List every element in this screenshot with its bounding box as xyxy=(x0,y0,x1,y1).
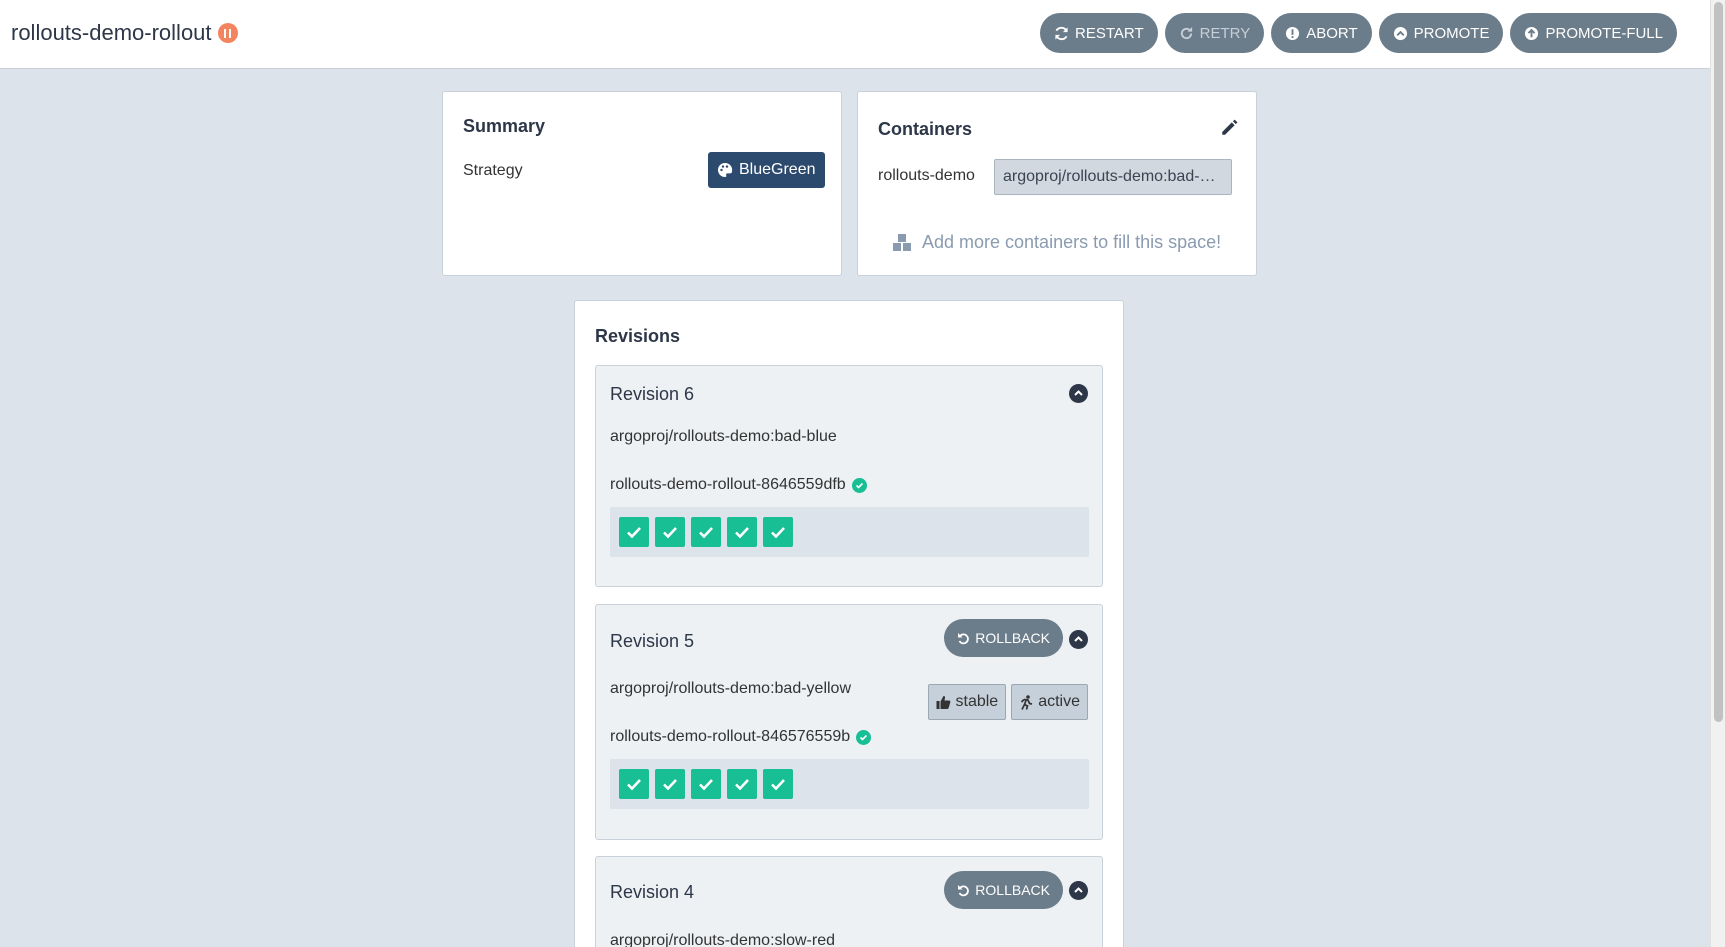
rollback-label: ROLLBACK xyxy=(975,630,1050,646)
replicaset-name: rollouts-demo-rollout-8646559dfb xyxy=(610,476,846,493)
chevron-up-icon[interactable] xyxy=(1069,881,1088,900)
pod-healthy[interactable] xyxy=(619,517,649,547)
page-scrollbar[interactable] xyxy=(1710,0,1725,947)
sync-icon xyxy=(1055,26,1068,40)
container-name: rollouts-demo xyxy=(878,167,975,184)
pencil-icon[interactable] xyxy=(1220,119,1238,137)
chevron-up-icon[interactable] xyxy=(1069,384,1088,403)
add-containers-text: Add more containers to fill this space! xyxy=(922,232,1222,252)
promote-full-button[interactable]: PROMOTE-FULL xyxy=(1510,13,1677,53)
palette-icon xyxy=(718,162,733,177)
check-icon xyxy=(627,779,641,791)
check-icon xyxy=(771,779,785,791)
revision-card: Revision 4 ROLLBACK argoproj/rollouts-de… xyxy=(595,856,1103,947)
check-circle-icon xyxy=(851,477,867,493)
summary-title: Summary xyxy=(463,116,546,136)
undo-icon xyxy=(958,884,970,896)
check-icon xyxy=(663,527,677,539)
arrow-circle-up-icon xyxy=(1525,26,1539,40)
revision-image: argoproj/rollouts-demo:bad-blue xyxy=(610,428,837,445)
pod-healthy[interactable] xyxy=(763,517,793,547)
replicaset-row: rollouts-demo-rollout-846576559b xyxy=(610,728,872,746)
exclamation-circle-icon xyxy=(1286,26,1300,40)
active-tag-label: active xyxy=(1038,693,1080,710)
pod-healthy[interactable] xyxy=(727,769,757,799)
revision-title: Revision 5 xyxy=(610,631,695,651)
pod-healthy[interactable] xyxy=(691,517,721,547)
pod-healthy[interactable] xyxy=(619,769,649,799)
strategy-badge: BlueGreen xyxy=(708,152,825,188)
pod-healthy[interactable] xyxy=(763,769,793,799)
pod-healthy[interactable] xyxy=(655,517,685,547)
revision-title: Revision 6 xyxy=(610,384,695,404)
check-icon xyxy=(699,779,713,791)
pod-list xyxy=(610,507,1089,557)
active-tag: active xyxy=(1011,684,1088,720)
rollout-title: rollouts-demo-rollout xyxy=(11,20,238,46)
revision-title: Revision 4 xyxy=(610,882,695,902)
stable-tag: stable xyxy=(927,684,1007,720)
chevron-circle-up-icon xyxy=(1393,26,1407,40)
retry-button[interactable]: RETRY xyxy=(1164,13,1265,53)
replicaset-name: rollouts-demo-rollout-846576559b xyxy=(610,728,851,745)
revision-image: argoproj/rollouts-demo:slow-red xyxy=(610,932,835,947)
pod-healthy[interactable] xyxy=(655,769,685,799)
promote-button[interactable]: PROMOTE xyxy=(1378,13,1504,53)
pause-circle-icon xyxy=(217,23,238,43)
container-image-field[interactable]: argoproj/rollouts-demo:bad-yellow xyxy=(994,159,1232,195)
check-icon xyxy=(627,527,641,539)
rollback-button[interactable]: ROLLBACK xyxy=(944,619,1063,657)
chevron-up-icon[interactable] xyxy=(1069,630,1088,649)
revisions-panel: Revisions Revision 6 argoproj/rollouts-d… xyxy=(574,300,1124,947)
pod-list xyxy=(610,759,1089,809)
check-icon xyxy=(663,779,677,791)
revision-image: argoproj/rollouts-demo:bad-yellow xyxy=(610,680,852,697)
abort-button[interactable]: ABORT xyxy=(1271,13,1372,53)
revisions-title: Revisions xyxy=(595,326,681,346)
stable-tag-label: stable xyxy=(955,693,999,710)
retry-label: RETRY xyxy=(1199,24,1251,42)
strategy-label: Strategy xyxy=(463,162,523,179)
add-containers-hint: Add more containers to fill this space! xyxy=(892,232,1221,253)
pod-healthy[interactable] xyxy=(691,769,721,799)
action-bar: RESTART RETRY ABORT PROMOTE PROMOTE-FULL xyxy=(1040,13,1677,53)
restart-button[interactable]: RESTART xyxy=(1040,13,1158,53)
abort-label: ABORT xyxy=(1306,24,1358,42)
pod-healthy[interactable] xyxy=(727,517,757,547)
check-icon xyxy=(771,527,785,539)
undo-icon xyxy=(958,632,970,644)
running-icon xyxy=(1021,694,1033,710)
redo-icon xyxy=(1180,26,1192,39)
thumbs-up-icon xyxy=(936,695,950,709)
revision-card: Revision 5 ROLLBACK argoproj/rollouts-de… xyxy=(595,604,1103,840)
replicaset-row: rollouts-demo-rollout-8646559dfb xyxy=(610,476,867,494)
summary-panel: Summary Strategy BlueGreen xyxy=(442,91,842,276)
revision-card: Revision 6 argoproj/rollouts-demo:bad-bl… xyxy=(595,365,1103,587)
containers-panel: Containers rollouts-demo argoproj/rollou… xyxy=(857,91,1257,276)
rollback-button[interactable]: ROLLBACK xyxy=(944,871,1063,909)
promote-label: PROMOTE xyxy=(1413,24,1490,42)
rollback-label: ROLLBACK xyxy=(975,882,1050,898)
revision-tags: stable active xyxy=(927,684,1088,720)
scrollbar-thumb[interactable] xyxy=(1714,2,1723,722)
check-icon xyxy=(735,527,749,539)
rollout-name: rollouts-demo-rollout xyxy=(11,20,212,45)
boxes-icon xyxy=(893,233,911,251)
containers-title: Containers xyxy=(878,119,973,139)
check-circle-icon xyxy=(856,729,872,745)
restart-label: RESTART xyxy=(1075,24,1144,42)
check-icon xyxy=(735,779,749,791)
strategy-value: BlueGreen xyxy=(739,161,816,178)
check-icon xyxy=(699,527,713,539)
top-bar: rollouts-demo-rollout RESTART RETRY ABOR… xyxy=(0,0,1710,69)
promote-full-label: PROMOTE-FULL xyxy=(1545,24,1663,42)
